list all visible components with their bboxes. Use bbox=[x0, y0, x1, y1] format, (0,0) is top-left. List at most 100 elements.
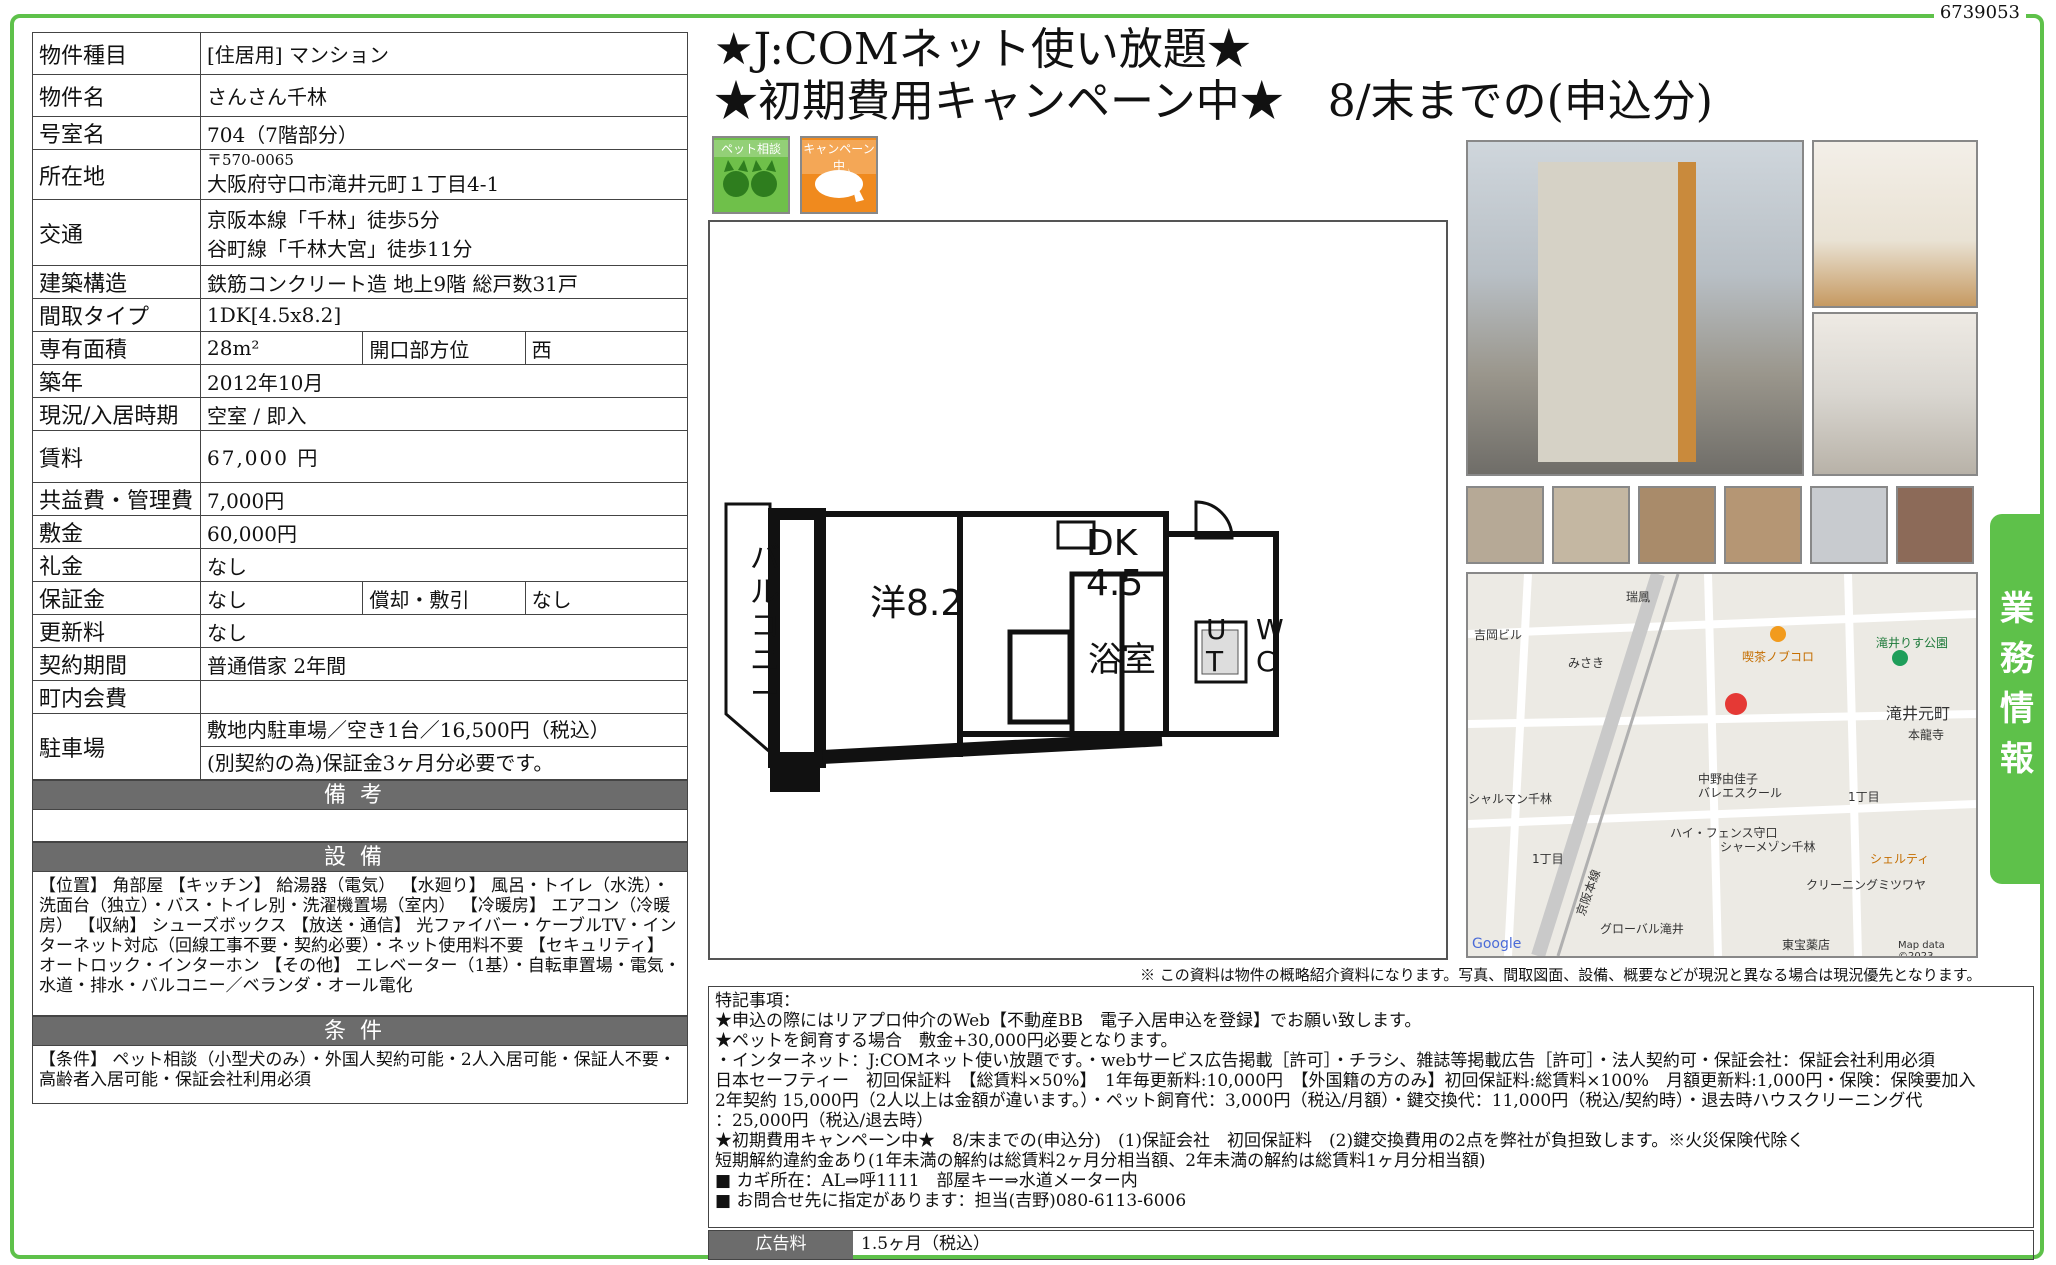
direction-label: 開口部方位 bbox=[362, 331, 526, 365]
area-map[interactable]: 瑞鳳 吉岡ビル みさき 喫茶ノブコロ 滝井りす公園 滝井元町 本龍寺 中野由佳子… bbox=[1466, 572, 1978, 958]
dk-label: DK 4.5 bbox=[1086, 524, 1143, 604]
renewal-label: 更新料 bbox=[32, 614, 201, 648]
direction-value: 西 bbox=[524, 331, 689, 365]
area-label: 専有面積 bbox=[32, 331, 201, 365]
tab-char: 報 bbox=[2000, 739, 2034, 779]
layout-label: 間取タイプ bbox=[32, 298, 201, 332]
tab-char: 務 bbox=[2000, 639, 2034, 679]
western-room-label: 洋8.2 bbox=[870, 583, 964, 624]
equipment-header: 設備 bbox=[32, 842, 688, 872]
tab-char: 情 bbox=[2000, 689, 2034, 729]
balcony-label: バルコニー bbox=[750, 541, 780, 712]
type-label: 物件種目 bbox=[32, 32, 201, 75]
dk-label-line-2: 4.5 bbox=[1086, 563, 1144, 604]
kitchen-photo bbox=[1812, 312, 1978, 476]
spec-table: 物件種目 [住居用] マンション 物件名 さんさん千林 号室名 704（7階部分） 所… bbox=[32, 32, 689, 780]
headline-line-2: ★初期費用キャンペーン中★ 8/末までの(申込分) bbox=[714, 76, 1713, 127]
map-data-credit: Map data ©2023 bbox=[1898, 940, 1945, 958]
guarantee-value: なし bbox=[199, 581, 364, 615]
contract-value: 普通借家 2年間 bbox=[200, 647, 688, 681]
thumb-photo-3 bbox=[1638, 486, 1716, 564]
contract-label: 契約期間 bbox=[32, 647, 201, 681]
notes-line: ■ お問合せ先に指定があります：担当(吉野)080-6113-6006 bbox=[715, 1191, 1187, 1211]
parking-line-1: 敷地内駐車場／空き1台／16,500円（税込） bbox=[201, 715, 687, 747]
bath-label: 浴室 bbox=[1088, 640, 1156, 680]
association-label: 町内会費 bbox=[32, 680, 201, 714]
parking-line-2: (別契約の為)保証金3ヶ月分必要です。 bbox=[207, 751, 554, 775]
ad-fee-row: 広告料 1.5ヶ月（税込） bbox=[708, 1230, 2034, 1260]
property-pin-icon bbox=[1725, 693, 1747, 715]
name-value: さんさん千林 bbox=[200, 74, 688, 117]
status-value: 空室 / 即入 bbox=[200, 397, 688, 431]
room-label: 号室名 bbox=[32, 116, 201, 150]
floor-plan-drawing bbox=[724, 500, 1279, 792]
floor-plan: バルコニー 洋8.2 DK 4.5 浴室 U T W C bbox=[708, 220, 1448, 960]
tab-char: 業 bbox=[2000, 589, 2034, 629]
ut-label-line-1: U bbox=[1206, 613, 1227, 646]
access-line-2: 谷町線「千林大宮」徒歩11分 bbox=[207, 237, 473, 261]
key-money-value: なし bbox=[200, 548, 688, 582]
access-label: 交通 bbox=[32, 199, 201, 266]
wc-label-line-2: C bbox=[1256, 645, 1276, 678]
thumb-photo-1 bbox=[1466, 486, 1544, 564]
remarks-body bbox=[32, 810, 688, 842]
name-label: 物件名 bbox=[32, 74, 201, 117]
campaign-badge: キャンペーン中 bbox=[800, 136, 878, 214]
deposit-label: 敷金 bbox=[32, 515, 201, 549]
interior-room-photo bbox=[1812, 140, 1978, 308]
equipment-body: 【位置】 角部屋 【キッチン】 給湯器（電気） 【水廻り】 風呂・トイレ（水洗）… bbox=[32, 872, 688, 1016]
thumb-photo-6 bbox=[1896, 486, 1974, 564]
conditions-body: 【条件】 ペット相談（小型犬のみ）・外国人契約可能・2人入居可能・保証人不要・高… bbox=[32, 1046, 688, 1104]
pet-badge-label: ペット相談 bbox=[714, 140, 788, 157]
pet-badge: ペット相談 bbox=[712, 136, 790, 214]
notes-line: ★ペットを飼育する場合 敷金+30,000円必要となります。 bbox=[715, 1031, 1178, 1051]
notes-line: 2年契約 15,000円（2人以上は金額が違います。）・ペット飼育代：3,000… bbox=[715, 1091, 1923, 1111]
map-google-logo: Google bbox=[1472, 936, 1522, 952]
layout-value: 1DK[4.5x8.2] bbox=[200, 298, 688, 332]
disclaimer: ※ この資料は物件の概略紹介資料になります。写真、間取図面、設備、概要などが現況… bbox=[1140, 966, 1982, 984]
notes-line: 特記事項： bbox=[715, 991, 800, 1011]
wc-label: W C bbox=[1256, 614, 1284, 678]
guarantee-label: 保証金 bbox=[32, 581, 201, 615]
rent-label: 賃料 bbox=[32, 430, 201, 483]
structure-value: 鉄筋コンクリート造 地上9階 総戸数31戸 bbox=[200, 265, 688, 299]
notes-line: ・インターネット：J:COMネット使い放題です。・webサービス広告掲載［許可］… bbox=[715, 1051, 1935, 1071]
business-info-tab[interactable]: 業 務 情 報 bbox=[1990, 514, 2044, 884]
amortization-value: なし bbox=[524, 581, 689, 615]
thumb-photo-4 bbox=[1724, 486, 1802, 564]
building-facade bbox=[1538, 162, 1696, 462]
thumb-photo-2 bbox=[1552, 486, 1630, 564]
campaign-badge-label: キャンペーン中 bbox=[802, 140, 876, 174]
association-value bbox=[200, 680, 688, 714]
fee-label: 共益費・管理費 bbox=[32, 482, 201, 516]
deposit-value: 60,000円 bbox=[200, 515, 688, 549]
parking-label: 駐車場 bbox=[32, 713, 201, 780]
fee-value: 7,000円 bbox=[200, 482, 688, 516]
status-label: 現況/入居時期 bbox=[32, 397, 201, 431]
special-notes: 特記事項： ★申込の際にはリアプロ仲介のWeb【不動産BB 電子入居申込を登録】… bbox=[708, 986, 2034, 1228]
thumb-photo-5 bbox=[1810, 486, 1888, 564]
ut-label: U T bbox=[1206, 614, 1227, 678]
address-label: 所在地 bbox=[32, 149, 201, 200]
ut-label-line-2: T bbox=[1206, 645, 1224, 678]
ad-fee-value: 1.5ヶ月（税込） bbox=[861, 1234, 991, 1254]
area-value: 28m² bbox=[199, 331, 364, 365]
map-roads bbox=[1468, 574, 1976, 956]
key-money-label: 礼金 bbox=[32, 548, 201, 582]
wc-label-line-1: W bbox=[1256, 613, 1284, 646]
notes-line: 短期解約違約金あり(1年未満の解約は総賃料2ヶ月分相当額、2年未満の解約は総賃料… bbox=[715, 1151, 1486, 1171]
built-label: 築年 bbox=[32, 364, 201, 398]
rent-value: 67,000 円 bbox=[200, 430, 688, 483]
dk-label-line-1: DK bbox=[1086, 523, 1138, 564]
ad-fee-label: 広告料 bbox=[709, 1231, 853, 1259]
notes-line: ★申込の際にはリアプロ仲介のWeb【不動産BB 電子入居申込を登録】でお願い致し… bbox=[715, 1011, 1422, 1031]
type-value: [住居用] マンション bbox=[200, 32, 688, 75]
notes-line: ★初期費用キャンペーン中★ 8/末までの(申込分) (1)保証会社 初回保証料 … bbox=[715, 1131, 1805, 1151]
property-spec: 物件種目 [住居用] マンション 物件名 さんさん千林 号室名 704（7階部分） 所… bbox=[32, 32, 689, 1104]
remarks-header: 備考 bbox=[32, 780, 688, 810]
structure-label: 建築構造 bbox=[32, 265, 201, 299]
document-id: 6739053 bbox=[1933, 2, 2026, 23]
access-line-1: 京阪本線「千林」徒歩5分 bbox=[207, 208, 440, 232]
building-exterior-photo bbox=[1466, 140, 1804, 476]
amortization-label: 償却・敷引 bbox=[362, 581, 526, 615]
